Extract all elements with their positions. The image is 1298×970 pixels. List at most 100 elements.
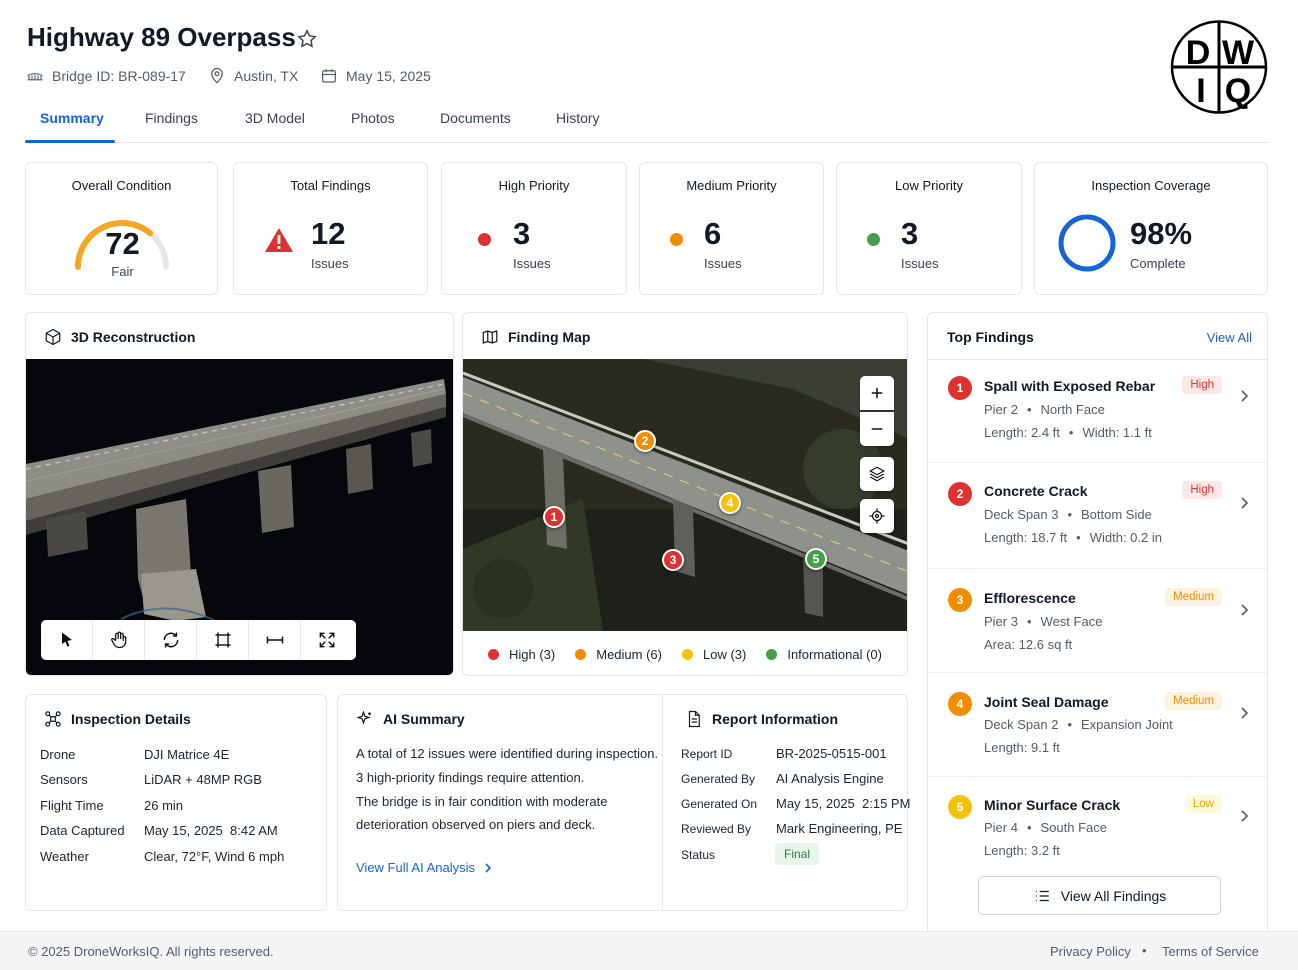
finding-map-panel: Finding Map 2 1 3 4 5 <box>462 312 908 676</box>
top-findings-title: Top Findings <box>947 329 1034 345</box>
privacy-policy-link[interactable]: Privacy Policy <box>1050 944 1131 959</box>
minus-icon <box>871 428 883 430</box>
finding-item-3[interactable]: 3 Efflorescence Medium Pier 3 • West Face … <box>928 569 1268 673</box>
date-text: May 15, 2025 <box>346 68 431 84</box>
finding-item-2[interactable]: 2 Concrete Crack High Deck Span 3 • Bottom… <box>928 463 1268 569</box>
report-key-id: Report ID <box>681 747 733 761</box>
section-divider <box>662 695 663 910</box>
finding-measurements: Length: 2.4 ft • Width: 1.1 ft <box>984 425 1152 440</box>
tab-documents[interactable]: Documents <box>440 110 511 126</box>
map-pin-1[interactable]: 1 <box>543 506 565 528</box>
location-meta: Austin, TX <box>208 67 298 85</box>
area-tool-button[interactable] <box>197 620 249 660</box>
bridge-id-text: Bridge ID: BR-089-17 <box>52 68 186 84</box>
report-info-title: Report Information <box>712 711 838 727</box>
aerial-map-image[interactable] <box>463 359 908 631</box>
view-full-ai-analysis-link[interactable]: View Full AI Analysis <box>356 860 493 875</box>
legend-medium: Medium (6) <box>575 647 662 662</box>
rotate-tool-button[interactable] <box>145 620 197 660</box>
fullscreen-button[interactable] <box>301 620 353 660</box>
total-findings-card: Total Findings 12 Issues <box>233 162 428 295</box>
report-value-generated-by: AI Analysis Engine <box>776 771 884 786</box>
finding-item-1[interactable]: 1 Spall with Exposed Rebar High Pier 2 • N… <box>928 359 1268 463</box>
viewer-toolbar <box>41 620 356 660</box>
coverage-label: Complete <box>1130 256 1186 271</box>
finding-title: Joint Seal Damage <box>984 694 1109 710</box>
finding-item-5[interactable]: 5 Minor Surface Crack Low Pier 4 • South F… <box>928 777 1268 881</box>
report-key-status: Status <box>681 848 716 862</box>
severity-badge: Medium <box>1165 692 1222 710</box>
footer: © 2025 DroneWorksIQ. All rights reserved… <box>0 931 1298 970</box>
legend-medium-label: Medium (6) <box>596 646 662 662</box>
tab-bar: Summary Findings 3D Model Photos Documen… <box>25 100 1268 143</box>
map-pin-4[interactable]: 4 <box>719 492 741 514</box>
map-pin-3[interactable]: 3 <box>662 549 684 571</box>
finding-number: 2 <box>948 482 972 506</box>
map-pin-5[interactable]: 5 <box>805 548 827 570</box>
ruler-icon <box>266 636 283 644</box>
reconstruction-header: 3D Reconstruction <box>44 328 195 346</box>
inspection-key-data-captured: Data Captured <box>40 823 125 838</box>
finding-measurements: Area: 12.6 sq ft <box>984 637 1073 652</box>
pan-tool-button[interactable] <box>93 620 145 660</box>
ai-summary-line-2: 3 high-priority findings require attenti… <box>356 770 585 785</box>
warning-triangle-icon <box>265 228 293 252</box>
map-pin-2[interactable]: 2 <box>634 430 656 452</box>
layers-button[interactable] <box>860 457 894 491</box>
measure-tool-button[interactable] <box>249 620 301 660</box>
finding-map-header: Finding Map <box>481 328 590 346</box>
ai-summary-title: AI Summary <box>383 711 465 727</box>
view-all-findings-button[interactable]: View All Findings <box>978 876 1221 915</box>
low-priority-dot <box>867 233 880 246</box>
view-all-link[interactable]: View All <box>1207 330 1252 345</box>
tab-3d-model[interactable]: 3D Model <box>245 110 305 126</box>
medium-priority-card: Medium Priority 6 Issues <box>639 162 824 295</box>
medium-priority-title: Medium Priority <box>686 178 777 193</box>
reconstruction-panel: 3D Reconstruction <box>25 312 454 676</box>
finding-title: Concrete Crack <box>984 483 1088 499</box>
report-key-generated-by: Generated By <box>681 772 756 786</box>
legend-high-dot <box>487 648 499 660</box>
favorite-star-icon[interactable] <box>296 28 318 50</box>
status-badge: Final <box>775 843 820 865</box>
sparkle-icon <box>356 710 371 725</box>
date-meta: May 15, 2025 <box>320 67 431 85</box>
report-key-reviewed-by: Reviewed By <box>681 822 752 836</box>
inspection-value-drone: DJI Matrice 4E <box>144 747 230 762</box>
chevron-right-icon <box>1241 707 1249 719</box>
finding-title: Minor Surface Crack <box>984 797 1121 813</box>
view-all-findings-label: View All Findings <box>1060 887 1167 904</box>
chevron-right-icon <box>485 862 492 873</box>
report-value-generated-on: May 15, 2025 2:15 PM <box>776 796 911 811</box>
tab-findings[interactable]: Findings <box>145 110 198 126</box>
reconstruction-title: 3D Reconstruction <box>71 329 196 345</box>
zoom-in-button[interactable] <box>860 376 894 410</box>
finding-item-4[interactable]: 4 Joint Seal Damage Medium Deck Span 2 • E… <box>928 673 1268 777</box>
total-findings-value: 12 <box>311 216 346 251</box>
ai-report-card: AI Summary A total of 12 issues were ide… <box>337 694 911 911</box>
report-value-reviewed-by: Mark Engineering, PE <box>776 821 903 836</box>
overall-condition-label: Fair <box>111 264 134 279</box>
inspection-key-drone: Drone <box>40 747 76 762</box>
map-icon <box>482 330 498 344</box>
locate-button[interactable] <box>860 499 894 533</box>
high-priority-dot <box>478 233 491 246</box>
tab-summary[interactable]: Summary <box>40 110 104 126</box>
chevron-right-icon <box>1241 604 1249 616</box>
terms-of-service-link[interactable]: Terms of Service <box>1162 944 1259 959</box>
zoom-out-button[interactable] <box>860 412 894 446</box>
calendar-icon <box>322 69 336 83</box>
svg-text:W: W <box>1222 34 1255 72</box>
ai-summary-header: AI Summary <box>356 710 465 728</box>
legend-informational: Informational (0) <box>766 647 882 662</box>
tab-history[interactable]: History <box>556 110 600 126</box>
select-tool-button[interactable] <box>41 620 93 660</box>
report-key-generated-on: Generated On <box>681 797 758 811</box>
location-pin-icon <box>211 67 223 84</box>
low-priority-label: Issues <box>901 256 939 271</box>
chevron-right-icon <box>1241 810 1249 822</box>
tab-photos[interactable]: Photos <box>351 110 395 126</box>
inspection-key-sensors: Sensors <box>40 772 88 787</box>
high-priority-label: Issues <box>513 256 551 271</box>
high-priority-value: 3 <box>513 216 531 251</box>
